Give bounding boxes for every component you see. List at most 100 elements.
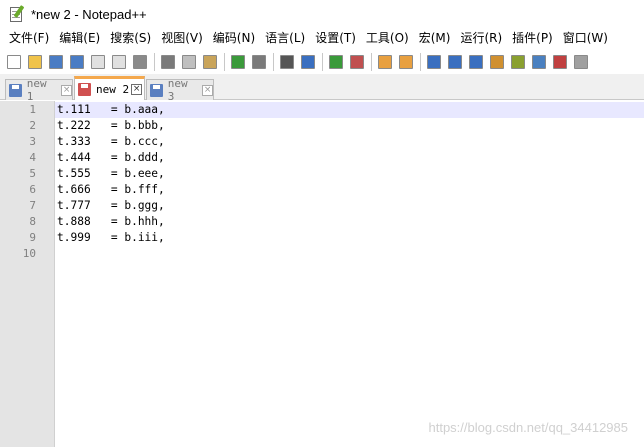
- toolbar-separator: [420, 52, 421, 71]
- code-line[interactable]: t.666 = b.fff,: [57, 182, 165, 198]
- watermark: https://blog.csdn.net/qq_34412985: [428, 420, 629, 435]
- code-line[interactable]: t.888 = b.hhh,: [57, 214, 165, 230]
- menu-plugins[interactable]: 插件(P): [507, 28, 558, 49]
- line-number: 7: [29, 199, 36, 212]
- tab-new-2[interactable]: new 2 ×: [74, 76, 145, 100]
- cut-icon: [161, 54, 175, 69]
- copy-icon: [182, 54, 196, 69]
- line-number: 3: [29, 135, 36, 148]
- line-number: 8: [29, 215, 36, 228]
- document-saved-icon: [150, 83, 163, 97]
- menu-search[interactable]: 搜索(S): [105, 28, 156, 49]
- show-all-chars-button[interactable]: [446, 53, 464, 71]
- toolbar-separator: [154, 52, 155, 71]
- zoom-out-button[interactable]: [348, 53, 366, 71]
- toolbar: [0, 49, 644, 74]
- toolbar-separator: [322, 52, 323, 71]
- save-icon: [49, 54, 63, 69]
- tab-close-icon[interactable]: ×: [131, 84, 143, 95]
- tab-new-3[interactable]: new 3 ×: [146, 77, 214, 103]
- save-all-button[interactable]: [68, 53, 86, 71]
- menu-run[interactable]: 运行(R): [455, 28, 507, 49]
- cut-button[interactable]: [159, 53, 177, 71]
- window-title: *new 2 - Notepad++: [31, 6, 147, 22]
- print-icon: [133, 54, 147, 69]
- line-number: 2: [29, 119, 36, 132]
- menu-language[interactable]: 语言(L): [260, 28, 310, 49]
- menu-view[interactable]: 视图(V): [156, 28, 208, 49]
- code-line[interactable]: t.555 = b.eee,: [57, 166, 165, 182]
- save-all-icon: [70, 54, 84, 69]
- replace-icon: [301, 54, 315, 69]
- new-file-button[interactable]: [5, 53, 23, 71]
- line-number: 5: [29, 167, 36, 180]
- menu-file[interactable]: 文件(F): [0, 28, 54, 49]
- code-line[interactable]: t.444 = b.ddd,: [57, 150, 165, 166]
- folder-workspace-button[interactable]: [551, 53, 569, 71]
- code-line[interactable]: t.111 = b.aaa,: [57, 102, 165, 118]
- zoom-out-icon: [350, 54, 364, 69]
- monitoring-icon: [574, 54, 588, 69]
- indent-guide-button[interactable]: [467, 53, 485, 71]
- redo-button[interactable]: [250, 53, 268, 71]
- code-line[interactable]: t.777 = b.ggg,: [57, 198, 165, 214]
- document-saved-icon: [9, 83, 22, 97]
- line-number: 10: [22, 247, 36, 260]
- toolbar-separator: [224, 52, 225, 71]
- function-list-button[interactable]: [530, 53, 548, 71]
- code-line[interactable]: t.999 = b.iii,: [57, 230, 165, 246]
- tab-label: new 1: [26, 77, 47, 103]
- code-line[interactable]: t.222 = b.bbb,: [57, 118, 165, 134]
- find-button[interactable]: [278, 53, 296, 71]
- open-file-button[interactable]: [26, 53, 44, 71]
- sync-horizontal-icon: [399, 54, 413, 69]
- paste-button[interactable]: [201, 53, 219, 71]
- text-editor[interactable]: 1 2 3 4 5 6 7 8 9 10 t.111 = b.aaa, t.222 = b.bbb,…: [0, 101, 644, 447]
- indent-guide-icon: [469, 54, 483, 69]
- sync-horizontal-button[interactable]: [397, 53, 415, 71]
- tab-close-icon[interactable]: ×: [202, 84, 213, 96]
- new-file-icon: [7, 54, 21, 69]
- zoom-in-icon: [329, 54, 343, 69]
- undo-icon: [231, 54, 245, 69]
- line-number: 9: [29, 231, 36, 244]
- toolbar-separator: [273, 52, 274, 71]
- tab-bar: new 1 × new 2 × new 3 ×: [0, 74, 644, 103]
- tab-label: new 3: [167, 77, 188, 103]
- close-all-button[interactable]: [110, 53, 128, 71]
- function-list-icon: [532, 54, 546, 69]
- menu-macro[interactable]: 宏(M): [414, 28, 456, 49]
- code-line[interactable]: t.333 = b.ccc,: [57, 134, 165, 150]
- word-wrap-button[interactable]: [425, 53, 443, 71]
- find-icon: [280, 54, 294, 69]
- menu-edit[interactable]: 编辑(E): [54, 28, 105, 49]
- menu-window[interactable]: 窗口(W): [558, 28, 613, 49]
- document-unsaved-icon: [78, 83, 91, 96]
- title-bar: *new 2 - Notepad++: [0, 0, 644, 28]
- doc-map-button[interactable]: [509, 53, 527, 71]
- sync-vertical-button[interactable]: [376, 53, 394, 71]
- menu-settings[interactable]: 设置(T): [310, 28, 361, 49]
- line-number: 6: [29, 183, 36, 196]
- line-number: 4: [29, 151, 36, 164]
- tab-label: new 2: [96, 83, 130, 96]
- close-button[interactable]: [89, 53, 107, 71]
- doc-map-icon: [511, 54, 525, 69]
- menu-tools[interactable]: 工具(O): [361, 28, 414, 49]
- menu-encoding[interactable]: 编码(N): [208, 28, 260, 49]
- save-button[interactable]: [47, 53, 65, 71]
- print-button[interactable]: [131, 53, 149, 71]
- word-wrap-icon: [427, 54, 441, 69]
- copy-button[interactable]: [180, 53, 198, 71]
- tab-new-1[interactable]: new 1 ×: [5, 77, 73, 103]
- close-all-icon: [112, 54, 126, 69]
- undo-button[interactable]: [229, 53, 247, 71]
- replace-button[interactable]: [299, 53, 317, 71]
- folder-workspace-icon: [553, 54, 567, 69]
- tab-close-icon[interactable]: ×: [61, 84, 72, 96]
- user-defined-lang-button[interactable]: [488, 53, 506, 71]
- zoom-in-button[interactable]: [327, 53, 345, 71]
- user-defined-lang-icon: [490, 54, 504, 69]
- toolbar-separator: [371, 52, 372, 71]
- monitoring-button[interactable]: [572, 53, 590, 71]
